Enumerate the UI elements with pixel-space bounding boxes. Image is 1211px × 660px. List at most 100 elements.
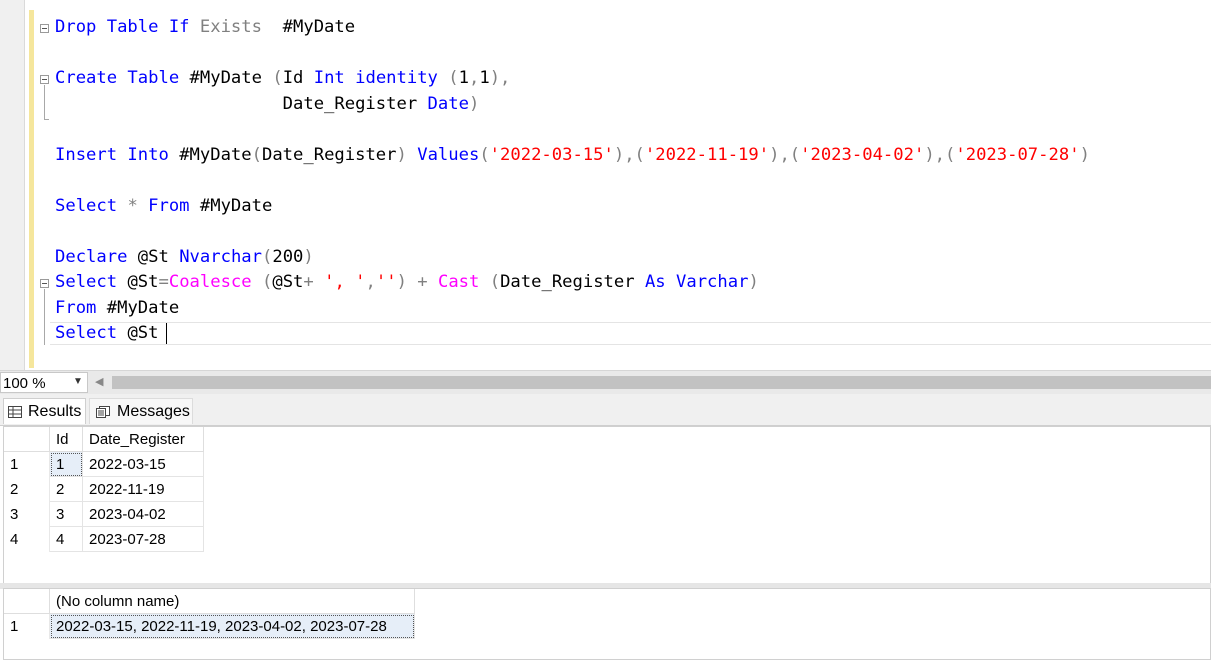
- grid-icon: [8, 406, 22, 418]
- code-token: Select: [55, 323, 128, 343]
- code-token: Int identity: [313, 68, 449, 88]
- tab-results-label: Results: [28, 403, 82, 420]
- code-token: ): [748, 272, 759, 292]
- code-token: '': [375, 272, 397, 292]
- grid-header-row: (No column name): [4, 589, 415, 614]
- cell-id[interactable]: 1: [49, 451, 83, 477]
- code-token: ): [396, 145, 418, 165]
- code-token: @St: [127, 272, 159, 292]
- code-token: Nvarchar: [179, 247, 262, 267]
- code-token: ),: [489, 68, 511, 88]
- grid-header-row: Id Date_Register: [4, 427, 204, 452]
- code-token: Coalesce: [168, 272, 262, 292]
- result-table-1: Id Date_Register 1 1 2022-03-15 2 2 2022…: [4, 427, 204, 552]
- code-token: From: [55, 298, 107, 318]
- code-line-create[interactable]: Create Table #MyDate (Id Int identity (1…: [55, 67, 510, 89]
- code-token: #MyDate: [179, 145, 252, 165]
- code-line-from[interactable]: From #MyDate: [55, 297, 179, 319]
- code-token: Date: [427, 94, 469, 114]
- code-token: Date_Register: [500, 272, 645, 292]
- row-number-header[interactable]: [4, 427, 50, 452]
- code-token: ),(: [924, 145, 956, 165]
- code-token: @St: [137, 247, 180, 267]
- code-token: Values: [417, 145, 480, 165]
- cell-date-register[interactable]: 2023-07-28: [82, 526, 204, 552]
- code-token: '2022-03-15': [489, 145, 614, 165]
- table-row[interactable]: 1 2022-03-15, 2022-11-19, 2023-04-02, 20…: [4, 613, 415, 639]
- code-line-select-st[interactable]: Select @St: [55, 322, 158, 344]
- column-header-id[interactable]: Id: [49, 427, 83, 452]
- cell-date-register[interactable]: 2022-03-15: [82, 451, 204, 477]
- code-line-declare[interactable]: Declare @St Nvarchar(200): [55, 246, 314, 268]
- cell-concatenated-dates[interactable]: 2022-03-15, 2022-11-19, 2023-04-02, 2023…: [49, 613, 415, 639]
- zoom-value: 100 %: [3, 375, 46, 392]
- code-line-select-coalesce[interactable]: Select @St=Coalesce (@St+ ', ','') + Cas…: [55, 271, 759, 293]
- editor-status-bar: 100 % ▼ ◀: [0, 370, 1211, 394]
- result-table-2: (No column name) 1 2022-03-15, 2022-11-1…: [4, 589, 415, 639]
- code-token: Date_Register: [55, 94, 428, 114]
- tab-messages[interactable]: Messages: [89, 398, 193, 424]
- row-number[interactable]: 4: [4, 526, 50, 552]
- code-token: ): [468, 94, 480, 114]
- tab-results[interactable]: Results: [3, 398, 86, 424]
- code-token: (: [479, 145, 490, 165]
- code-token: ,: [365, 272, 376, 292]
- collapse-icon[interactable]: [40, 24, 49, 33]
- code-token: (: [489, 272, 501, 292]
- column-header-no-column-name[interactable]: (No column name): [49, 589, 415, 614]
- table-row[interactable]: 3 3 2023-04-02: [4, 501, 204, 527]
- result-grid-2[interactable]: (No column name) 1 2022-03-15, 2022-11-1…: [3, 588, 1211, 660]
- row-number[interactable]: 3: [4, 501, 50, 527]
- sql-editor[interactable]: Drop Table If Exists #MyDate Create Tabl…: [0, 0, 1211, 370]
- code-token: ): [1079, 145, 1090, 165]
- cell-date-register[interactable]: 2023-04-02: [82, 501, 204, 527]
- code-token: Exists: [199, 17, 262, 37]
- cell-id[interactable]: 3: [49, 501, 83, 527]
- fold-guide-end: [44, 119, 49, 120]
- fold-guide: [44, 289, 45, 345]
- column-header-date-register[interactable]: Date_Register: [82, 427, 204, 452]
- code-token: ): [303, 247, 314, 267]
- table-row[interactable]: 4 4 2023-07-28: [4, 526, 204, 552]
- code-token: '2023-04-02': [800, 145, 925, 165]
- code-token: '2023-07-28': [955, 145, 1080, 165]
- scroll-left-icon[interactable]: ◀: [95, 375, 103, 388]
- code-token: ),(: [613, 145, 645, 165]
- editor-gutter: [0, 0, 24, 370]
- code-line-drop[interactable]: Drop Table If Exists #MyDate: [55, 16, 355, 38]
- horizontal-scrollbar[interactable]: [112, 376, 1211, 389]
- cell-id[interactable]: 4: [49, 526, 83, 552]
- collapse-icon[interactable]: [40, 279, 49, 288]
- code-line-insert[interactable]: Insert Into #MyDate(Date_Register) Value…: [55, 144, 1090, 166]
- row-number-header[interactable]: [4, 589, 50, 614]
- code-token: Id: [282, 68, 314, 88]
- row-number[interactable]: 1: [4, 613, 50, 639]
- code-line-select-all[interactable]: Select * From #MyDate: [55, 195, 272, 217]
- cell-id[interactable]: 2: [49, 476, 83, 502]
- messages-icon: [96, 406, 110, 418]
- result-grid-1[interactable]: Id Date_Register 1 1 2022-03-15 2 2 2022…: [3, 426, 1211, 584]
- row-number[interactable]: 2: [4, 476, 50, 502]
- cell-date-register[interactable]: 2022-11-19: [82, 476, 204, 502]
- code-token: 200: [272, 247, 304, 267]
- code-token: #MyDate: [261, 17, 356, 37]
- code-token: 1: [458, 68, 469, 88]
- code-token: ', ': [324, 272, 366, 292]
- code-token: (: [272, 68, 283, 88]
- row-number[interactable]: 1: [4, 451, 50, 477]
- table-row[interactable]: 1 1 2022-03-15: [4, 451, 204, 477]
- code-token: Varchar: [676, 272, 749, 292]
- table-row[interactable]: 2 2 2022-11-19: [4, 476, 204, 502]
- code-token: (: [251, 145, 262, 165]
- collapse-icon[interactable]: [40, 75, 49, 84]
- current-line-highlight: [50, 322, 1211, 345]
- results-tab-strip: Results Messages: [0, 394, 1211, 426]
- fold-guide: [44, 85, 45, 119]
- code-token: #MyDate: [189, 68, 273, 88]
- code-token: 1: [479, 68, 490, 88]
- zoom-dropdown[interactable]: 100 % ▼: [0, 372, 88, 393]
- code-token: Select: [55, 272, 128, 292]
- code-line-create-cont[interactable]: Date_Register Date): [55, 93, 480, 115]
- code-token: As: [644, 272, 676, 292]
- code-token: Cast: [437, 272, 490, 292]
